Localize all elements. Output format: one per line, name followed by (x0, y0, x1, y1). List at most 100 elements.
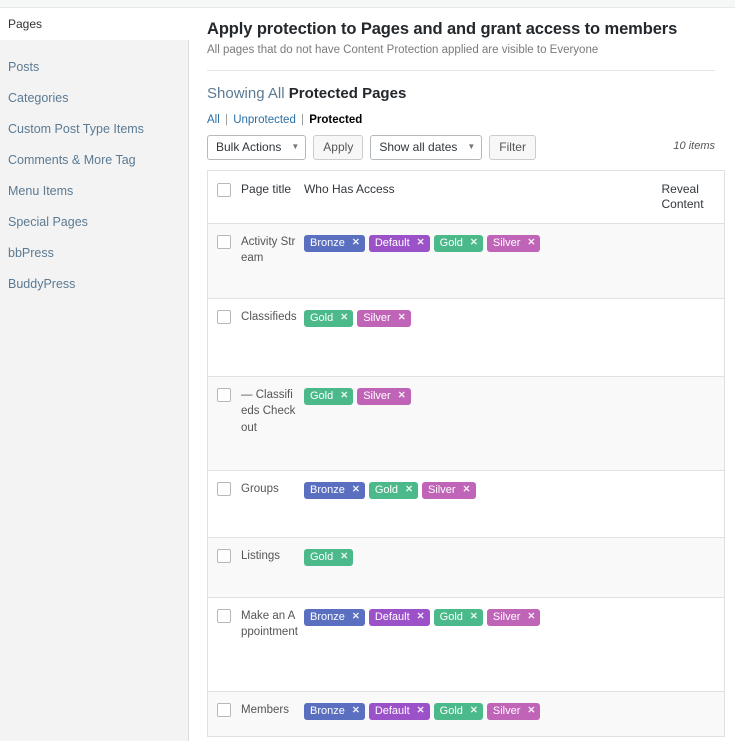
reveal-content-cell (662, 298, 725, 376)
access-tag-list: Bronze✕Default✕Gold✕Silver✕ (304, 234, 662, 252)
access-tag: Gold✕ (434, 703, 483, 720)
table-body: Activity StreamBronze✕Default✕Gold✕Silve… (208, 223, 725, 736)
remove-tag-icon[interactable]: ✕ (527, 238, 535, 248)
access-tag-list: Gold✕Silver✕ (304, 387, 662, 405)
remove-tag-icon[interactable]: ✕ (352, 485, 360, 495)
view-link-unprotected[interactable]: Unprotected (233, 114, 296, 126)
page-title-text[interactable]: Classifieds (241, 311, 297, 323)
table-row: ClassifiedsGold✕Silver✕ (208, 298, 725, 376)
sidebar: Pages Posts Categories Custom Post Type It… (0, 9, 189, 741)
view-separator-1: | (223, 114, 230, 126)
sidebar-item-categories[interactable]: Categories (0, 83, 188, 114)
admin-screen: Pages Posts Categories Custom Post Type It… (0, 0, 735, 741)
reveal-content-cell (662, 537, 725, 597)
page-title-text[interactable]: — Classifieds Checkout (241, 389, 295, 434)
remove-tag-icon[interactable]: ✕ (352, 238, 360, 248)
view-link-all[interactable]: All (207, 114, 220, 126)
showing-prefix: Showing All (207, 85, 285, 102)
remove-tag-icon[interactable]: ✕ (352, 612, 360, 622)
access-tag-label: Silver (493, 703, 521, 720)
sidebar-item-custom-post-type-items[interactable]: Custom Post Type Items (0, 114, 188, 145)
table-row: ListingsGold✕ (208, 537, 725, 597)
remove-tag-icon[interactable]: ✕ (398, 391, 406, 401)
who-has-access-cell: Bronze✕Default✕Gold✕Silver✕ (304, 691, 662, 736)
sidebar-item-bbpress[interactable]: bbPress (0, 238, 188, 269)
sidebar-item-menu-items[interactable]: Menu Items (0, 176, 188, 207)
remove-tag-icon[interactable]: ✕ (340, 552, 348, 562)
remove-tag-icon[interactable]: ✕ (340, 391, 348, 401)
access-tag-label: Bronze (310, 482, 345, 499)
reveal-content-cell (662, 691, 725, 736)
access-tag-label: Silver (428, 482, 456, 499)
table-row: GroupsBronze✕Gold✕Silver✕ (208, 470, 725, 537)
page-subtitle: All pages that do not have Content Prote… (207, 43, 725, 58)
remove-tag-icon[interactable]: ✕ (470, 238, 478, 248)
remove-tag-icon[interactable]: ✕ (340, 313, 348, 323)
remove-tag-icon[interactable]: ✕ (463, 485, 471, 495)
page-title-text[interactable]: Listings (241, 550, 280, 562)
sidebar-item-special-pages[interactable]: Special Pages (0, 207, 188, 238)
row-checkbox[interactable] (217, 549, 231, 563)
row-select-cell (208, 223, 242, 298)
reveal-content-cell (662, 376, 725, 470)
row-checkbox[interactable] (217, 482, 231, 496)
date-filter-select[interactable]: Show all dates ▼ (370, 135, 482, 160)
sidebar-item-label: bbPress (8, 246, 54, 260)
apply-button[interactable]: Apply (313, 135, 363, 160)
chevron-down-icon: ▼ (291, 143, 299, 151)
access-tag: Silver✕ (487, 235, 540, 252)
filter-button[interactable]: Filter (489, 135, 536, 160)
remove-tag-icon[interactable]: ✕ (417, 706, 425, 716)
row-checkbox[interactable] (217, 609, 231, 623)
sidebar-item-label: Menu Items (8, 184, 73, 198)
reveal-content-cell (662, 223, 725, 298)
remove-tag-icon[interactable]: ✕ (417, 238, 425, 248)
sidebar-header: Pages (0, 9, 189, 40)
row-checkbox[interactable] (217, 310, 231, 324)
row-select-cell (208, 298, 242, 376)
bulk-actions-select[interactable]: Bulk Actions ▼ (207, 135, 306, 160)
chevron-down-icon: ▼ (467, 143, 475, 151)
page-title-cell: Listings (241, 537, 304, 597)
remove-tag-icon[interactable]: ✕ (527, 706, 535, 716)
remove-tag-icon[interactable]: ✕ (470, 706, 478, 716)
access-tag-label: Gold (440, 235, 463, 252)
items-count: 10 items (673, 140, 715, 152)
row-checkbox[interactable] (217, 703, 231, 717)
remove-tag-icon[interactable]: ✕ (352, 706, 360, 716)
remove-tag-icon[interactable]: ✕ (527, 612, 535, 622)
page-title-text[interactable]: Groups (241, 483, 279, 495)
sidebar-item-label: BuddyPress (8, 277, 75, 291)
remove-tag-icon[interactable]: ✕ (470, 612, 478, 622)
access-tag-label: Bronze (310, 235, 345, 252)
table-toolbar: Bulk Actions ▼ Apply Show all dates ▼ Fi… (207, 135, 725, 160)
select-all-checkbox[interactable] (217, 183, 231, 197)
view-link-protected[interactable]: Protected (309, 114, 362, 126)
access-tag: Silver✕ (357, 310, 410, 327)
access-tag: Bronze ✕ (304, 482, 365, 499)
remove-tag-icon[interactable]: ✕ (398, 313, 406, 323)
who-has-access-cell: Bronze✕Default✕Gold✕Silver✕ (304, 597, 662, 691)
remove-tag-icon[interactable]: ✕ (417, 612, 425, 622)
who-has-access-cell: Bronze✕Gold✕Silver✕ (304, 470, 662, 537)
row-checkbox[interactable] (217, 388, 231, 402)
page-title-text[interactable]: Make an Appointment (241, 610, 298, 639)
page-title-text[interactable]: Activity Stream (241, 236, 295, 265)
remove-tag-icon[interactable]: ✕ (405, 485, 413, 495)
column-header-page-title[interactable]: Page title (241, 170, 304, 223)
who-has-access-cell: Bronze✕Default✕Gold✕Silver✕ (304, 223, 662, 298)
sidebar-item-buddypress[interactable]: BuddyPress (0, 269, 188, 300)
access-tag-label: Gold (310, 388, 333, 405)
table-head: Page title Who Has Access Reveal Content (208, 170, 725, 223)
sidebar-item-posts[interactable]: Posts (0, 52, 188, 83)
access-tag-label: Gold (310, 310, 333, 327)
page-title-text[interactable]: Members (241, 704, 289, 716)
row-checkbox[interactable] (217, 235, 231, 249)
access-tag-label: Bronze (310, 609, 345, 626)
page-title-cell: Classifieds (241, 298, 304, 376)
access-tag: Gold ✕ (304, 310, 353, 327)
select-all-header (208, 170, 242, 223)
sidebar-item-label: Categories (8, 91, 68, 105)
row-select-cell (208, 470, 242, 537)
sidebar-item-comments-more-tag[interactable]: Comments & More Tag (0, 145, 188, 176)
